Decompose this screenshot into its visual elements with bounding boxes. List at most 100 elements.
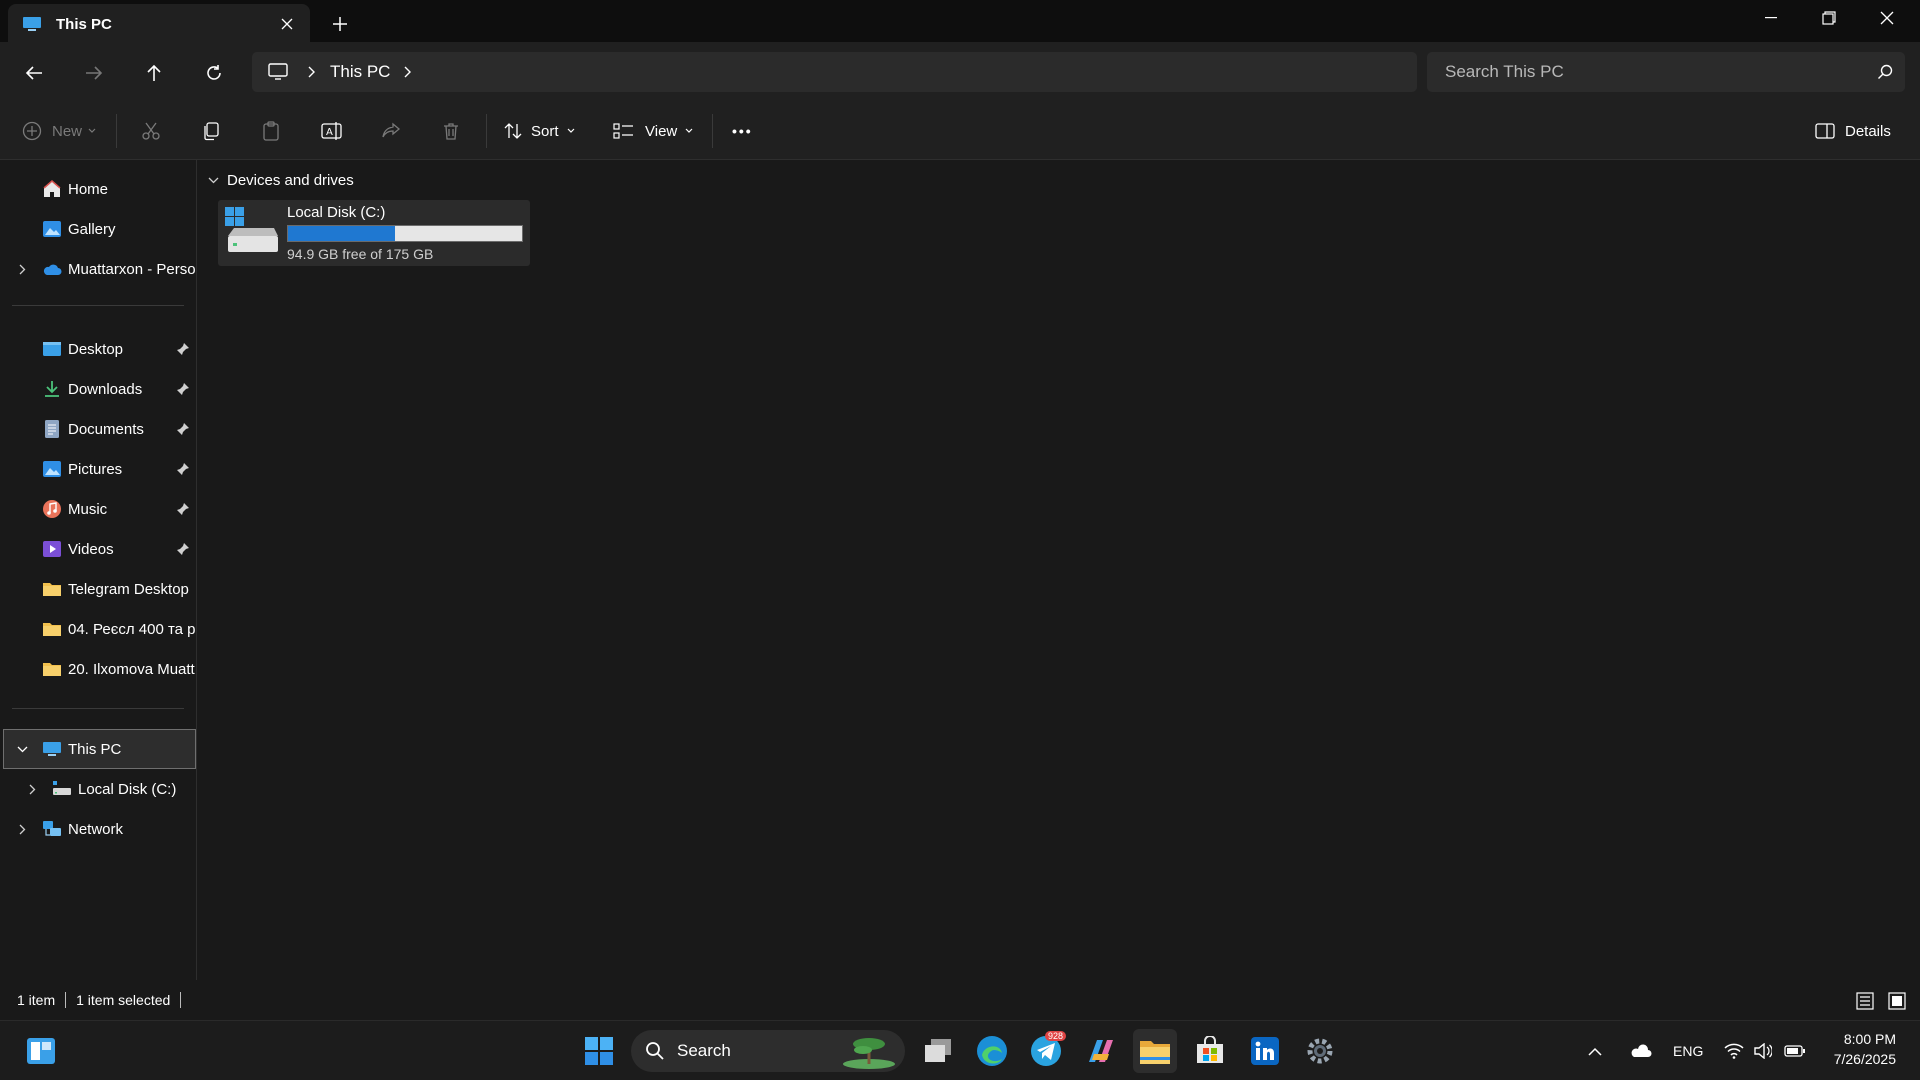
sidebar-item-videos[interactable]: Videos (0, 530, 196, 568)
tiles-view-button[interactable] (1888, 992, 1906, 1013)
copy-button[interactable] (201, 112, 221, 150)
details-button[interactable]: Details (1815, 112, 1891, 150)
file-explorer-icon (1140, 1041, 1170, 1064)
rename-button[interactable]: A (321, 112, 343, 150)
chevron-right-icon[interactable] (14, 261, 30, 277)
new-button[interactable]: New (22, 112, 96, 150)
pin-icon[interactable] (176, 542, 190, 556)
paste-button[interactable] (261, 112, 281, 150)
address-bar[interactable]: This PC (252, 52, 1417, 92)
file-explorer-button[interactable] (1133, 1029, 1177, 1073)
plus-circle-icon (22, 121, 42, 141)
sort-label: Sort (531, 122, 559, 140)
settings-button[interactable] (1298, 1029, 1342, 1073)
wifi-button[interactable] (1724, 1035, 1744, 1067)
sort-icon (504, 123, 522, 139)
sidebar-item-documents[interactable]: Documents (0, 410, 196, 448)
linkedin-button[interactable] (1243, 1029, 1287, 1073)
sidebar-item-desktop[interactable]: Desktop (0, 330, 196, 368)
volume-button[interactable] (1754, 1035, 1772, 1067)
share-button[interactable] (381, 112, 401, 150)
search-icon[interactable] (1865, 64, 1905, 80)
chevron-down-icon[interactable] (14, 741, 30, 757)
command-bar: New A Sort View ••• Details (0, 102, 1920, 160)
delete-button[interactable] (441, 112, 461, 150)
search-highlight-image (843, 1038, 895, 1069)
this-pc-icon (23, 17, 41, 31)
minimize-button[interactable] (1742, 0, 1800, 36)
onedrive-tray-button[interactable] (1630, 1035, 1652, 1067)
widgets-button[interactable] (19, 1029, 63, 1073)
drive-free-space: 94.9 GB free of 175 GB (287, 246, 434, 262)
cut-button[interactable] (141, 112, 161, 150)
sidebar-item-network[interactable]: Network (0, 810, 196, 848)
drive-tile-local-disk[interactable]: Local Disk (C:) 94.9 GB free of 175 GB (218, 200, 530, 266)
edge-button[interactable] (970, 1029, 1014, 1073)
view-button[interactable]: View (613, 112, 693, 150)
sidebar-item-telegram-desktop[interactable]: Telegram Desktop (0, 570, 196, 608)
item-count: 1 item (17, 992, 56, 1008)
up-button[interactable] (137, 56, 171, 90)
forward-button[interactable] (77, 56, 111, 90)
pin-icon[interactable] (176, 502, 190, 516)
monitor-icon (268, 63, 288, 80)
search-input[interactable]: Search This PC (1427, 52, 1905, 92)
new-tab-button[interactable] (326, 10, 354, 38)
pin-icon[interactable] (176, 342, 190, 356)
telegram-button[interactable]: 928 (1024, 1029, 1068, 1073)
sidebar-item-music[interactable]: Music (0, 490, 196, 528)
sidebar-item-folder-20[interactable]: 20. Ilxomova Muatt (0, 650, 196, 688)
close-tab-icon[interactable] (276, 13, 298, 35)
sidebar-item-this-pc[interactable]: This PC (3, 729, 196, 769)
sidebar-item-onedrive[interactable]: Muattarxon - Personal (0, 250, 196, 288)
refresh-button[interactable] (197, 56, 231, 90)
battery-button[interactable] (1784, 1035, 1806, 1067)
start-button[interactable] (577, 1029, 621, 1073)
sidebar-item-downloads[interactable]: Downloads (0, 370, 196, 408)
view-label: View (645, 122, 678, 140)
chevron-right-icon[interactable] (404, 66, 412, 78)
sidebar-item-pictures[interactable]: Pictures (0, 450, 196, 488)
chevron-down-icon (567, 128, 574, 133)
taskbar-search[interactable]: Search (631, 1030, 905, 1072)
rename-icon: A (321, 122, 342, 140)
details-label: Details (1845, 122, 1891, 140)
cloud-icon (1631, 1044, 1652, 1057)
chevron-right-icon[interactable] (14, 821, 30, 837)
chevron-right-icon[interactable] (308, 66, 316, 78)
restore-button[interactable] (1800, 0, 1858, 36)
close-window-button[interactable] (1858, 0, 1916, 36)
group-header-devices[interactable]: Devices and drives (208, 172, 354, 189)
task-view-button[interactable] (916, 1029, 960, 1073)
show-hidden-icons-button[interactable] (1588, 1035, 1602, 1067)
network-icon (43, 821, 61, 836)
copilot-button[interactable] (1079, 1029, 1123, 1073)
drive-name: Local Disk (C:) (287, 204, 386, 221)
sort-button[interactable]: Sort (503, 112, 575, 150)
pin-icon[interactable] (176, 382, 190, 396)
details-view-button[interactable] (1856, 992, 1874, 1013)
chevron-right-icon[interactable] (24, 781, 40, 797)
taskbar-search-label: Search (677, 1041, 731, 1060)
view-icon (613, 123, 633, 139)
divider (486, 114, 487, 148)
tab-this-pc[interactable]: This PC (8, 4, 310, 44)
more-options-button[interactable]: ••• (732, 112, 753, 150)
drive-usage-bar (287, 225, 523, 242)
store-button[interactable] (1188, 1029, 1232, 1073)
details-pane-icon (1815, 123, 1835, 139)
clock[interactable]: 8:00 PM 7/26/2025 (1820, 1029, 1896, 1069)
breadcrumb-this-pc[interactable]: This PC (330, 62, 390, 82)
navigation-row: This PC Search This PC (0, 42, 1920, 102)
pin-icon[interactable] (176, 462, 190, 476)
sidebar-item-folder-04[interactable]: 04. Реєсл 400 та ре (0, 610, 196, 648)
sidebar-item-home[interactable]: Home (0, 170, 196, 208)
sidebar-item-gallery[interactable]: Gallery (0, 210, 196, 248)
telegram-badge: 928 (1044, 1031, 1066, 1041)
pin-icon[interactable] (176, 422, 190, 436)
chevron-down-icon (208, 177, 219, 184)
sidebar-item-local-disk[interactable]: Local Disk (C:) (0, 770, 196, 808)
language-indicator[interactable]: ENG (1673, 1035, 1703, 1067)
divider (116, 114, 117, 148)
back-button[interactable] (17, 56, 51, 90)
